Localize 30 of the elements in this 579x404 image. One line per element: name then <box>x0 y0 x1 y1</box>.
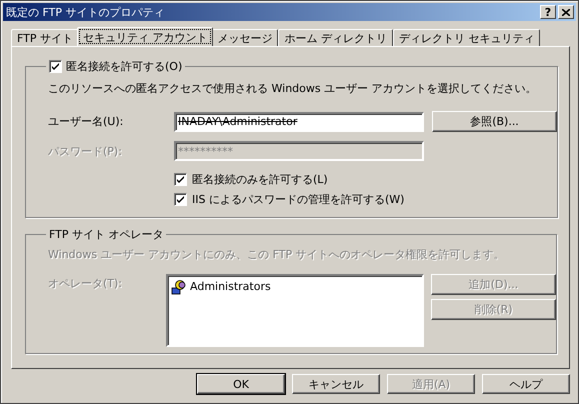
tab[interactable]: メッセージ <box>211 29 278 46</box>
field-label: パスワード(P): <box>48 144 123 158</box>
close-icon <box>562 8 570 16</box>
field-label: ユーザー名(U): <box>48 114 124 129</box>
dialog-button[interactable]: OK <box>197 374 285 394</box>
tab[interactable]: セキュリティ アカウント <box>76 27 214 46</box>
dialog-button[interactable]: キャンセル <box>292 374 380 394</box>
tab[interactable]: FTP サイト <box>11 29 79 46</box>
checkmark-icon <box>176 194 185 204</box>
close-button[interactable] <box>558 5 574 19</box>
checkbox-label: 匿名接続を許可する(O) <box>66 59 182 74</box>
checkbox[interactable] <box>174 192 187 206</box>
user-group-icon <box>171 278 187 294</box>
username-field[interactable]: INADAY\Administrator <box>174 112 424 132</box>
help-button[interactable]: ? <box>540 5 556 19</box>
tab[interactable]: ディレクトリ セキュリティ <box>392 29 540 46</box>
checkbox-label: 匿名接続のみを許可する(L) <box>192 172 328 186</box>
checkbox[interactable] <box>174 172 187 186</box>
description-text: Windows ユーザー アカウントにのみ、この FTP サイトへのオペレータ権限を許可します。 <box>48 247 506 262</box>
checkmark-icon <box>51 62 60 71</box>
list-label: オペレータ(T): <box>48 276 124 291</box>
checkbox[interactable] <box>49 60 62 73</box>
dialog-button[interactable]: ヘルプ <box>482 374 570 394</box>
browse-button[interactable]: 参照(B)... <box>432 111 557 132</box>
checkmark-icon <box>176 174 185 184</box>
checkbox-label: IIS によるパスワードの管理を許可する(W) <box>192 192 404 206</box>
tab[interactable]: ホーム ディレクトリ <box>278 29 393 46</box>
group-title: FTP サイト オペレータ <box>49 227 164 242</box>
description-text: このリソースへの匿名アクセスで使用される Windows ユーザー アカウントを選択してください。 <box>48 81 538 96</box>
window-title: 既定の FTP サイトのプロパティ <box>6 4 166 20</box>
